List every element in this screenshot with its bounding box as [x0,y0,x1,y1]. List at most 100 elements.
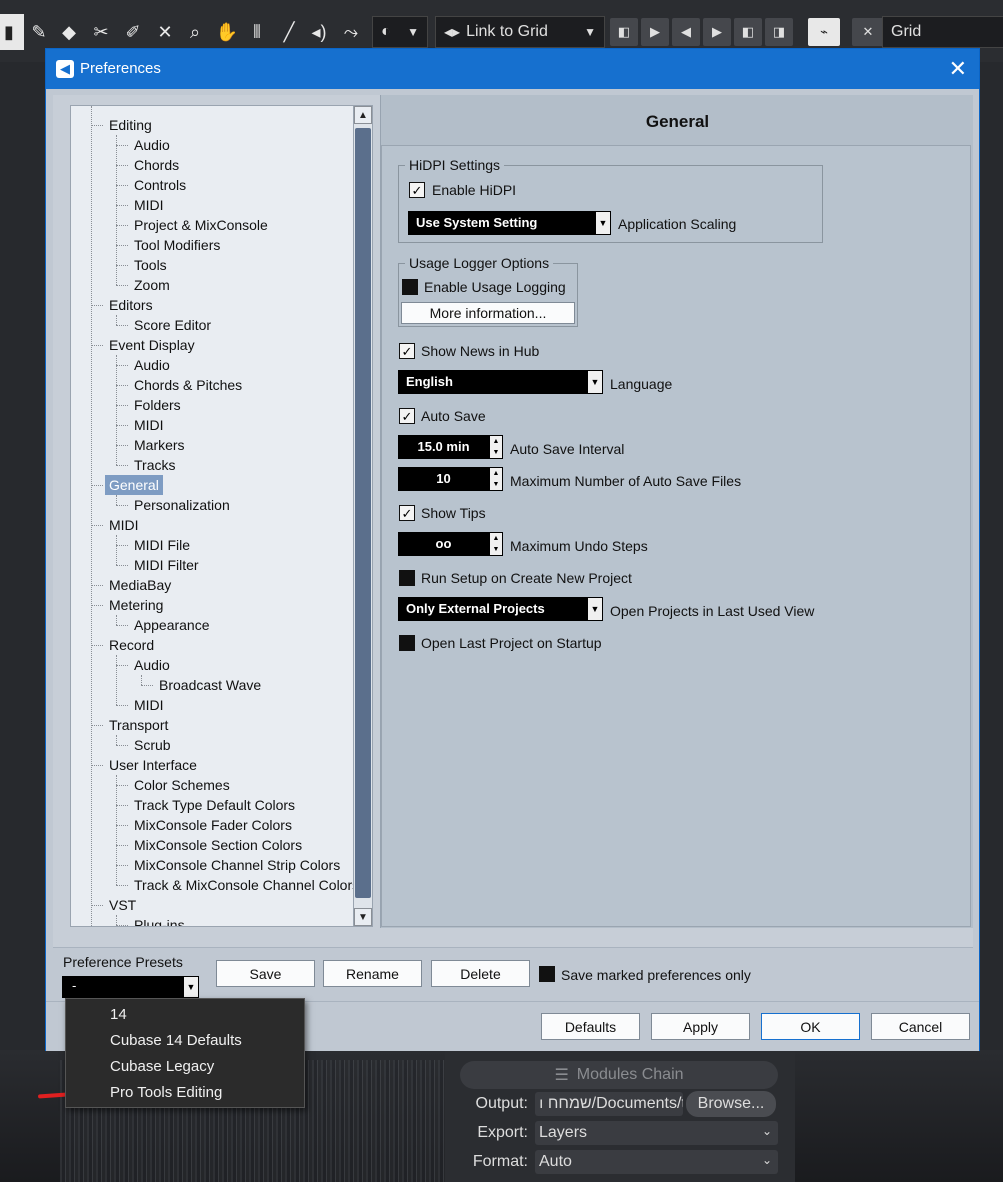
save-marked-only-checkbox[interactable] [539,966,555,982]
line-icon[interactable]: ╱ [274,14,304,50]
tree-item[interactable]: Controls [130,175,190,195]
tree-item[interactable]: Folders [130,395,185,415]
export-dropdown[interactable]: Layers ⌄ [535,1121,778,1145]
object-select-icon[interactable]: ▮ [0,14,24,50]
tree-item[interactable]: MIDI [130,415,168,435]
tree-item[interactable]: Plug-ins [130,915,189,926]
stepper-buttons[interactable]: ▲ ▼ [489,467,503,491]
enable-usage-logging-checkbox[interactable] [402,279,418,295]
nav-prev-icon[interactable]: ◧ [734,18,762,46]
modules-chain-button[interactable]: ☰ Modules Chain [460,1061,778,1089]
tree-item[interactable]: Event Display [105,335,199,355]
run-setup-checkbox[interactable] [399,570,415,586]
stepper-buttons[interactable]: ▲ ▼ [489,532,503,556]
stepper-buttons[interactable]: ▲ ▼ [489,435,503,459]
snap-toggle-icon[interactable]: ⌁ [808,18,840,46]
mute-x-icon[interactable]: ✕ [150,14,180,50]
stepper-up-icon[interactable]: ▲ [490,468,502,479]
tree-item[interactable]: Scrub [130,735,175,755]
language-dropdown[interactable]: English ▼ [398,370,603,394]
preference-presets-dropdown[interactable]: - ▼ [62,976,199,998]
tree-item[interactable]: Editing [105,115,156,135]
auto-save-checkbox[interactable]: ✓ [399,408,415,424]
stepper-down-icon[interactable]: ▼ [490,544,502,555]
tree-item[interactable]: Track & MixConsole Channel Colors [130,875,359,895]
nav-first-icon[interactable]: ◧ [610,18,638,46]
stepper-down-icon[interactable]: ▼ [490,447,502,458]
apply-button[interactable]: Apply [651,1013,750,1040]
preset-option[interactable]: Pro Tools Editing [110,1080,222,1106]
preset-option[interactable]: Cubase 14 Defaults [110,1028,242,1054]
browse-button[interactable]: Browse... [686,1091,776,1117]
close-icon[interactable]: ✕ [949,56,967,82]
tree-item[interactable]: MIDI [105,515,143,535]
pencil-icon[interactable]: ✎ [24,14,54,50]
arrow-left-icon[interactable]: ◀ [672,18,700,46]
auto-save-interval-stepper[interactable]: 15.0 min ▲ ▼ [398,435,503,459]
more-information-button[interactable]: More information... [401,302,575,324]
tree-item[interactable]: Chords [130,155,183,175]
dialog-titlebar[interactable]: ◀ Preferences ✕ [46,49,979,89]
tree-item[interactable]: Metering [105,595,167,615]
tree-item[interactable]: Chords & Pitches [130,375,246,395]
stepper-up-icon[interactable]: ▲ [490,436,502,447]
snap-mode-dropdown[interactable]: ◂▸ Link to Grid ▼ [435,16,605,48]
stepper-up-icon[interactable]: ▲ [490,533,502,544]
hand-icon[interactable]: ✋ [212,14,242,50]
save-preset-button[interactable]: Save [216,960,315,987]
tree-item[interactable]: MixConsole Section Colors [130,835,306,855]
tree-item[interactable]: Tool Modifiers [130,235,224,255]
enable-hidpi-checkbox[interactable]: ✓ [409,182,425,198]
glue-icon[interactable]: ✐ [118,14,148,50]
tree-item[interactable]: Personalization [130,495,234,515]
application-scaling-dropdown[interactable]: Use System Setting ▼ [408,211,611,235]
eraser-icon[interactable]: ◆ [54,14,84,50]
rename-preset-button[interactable]: Rename [323,960,422,987]
tree-item[interactable]: MixConsole Fader Colors [130,815,296,835]
max-undo-steps-stepper[interactable]: oo ▲ ▼ [398,532,503,556]
format-dropdown[interactable]: Auto ⌄ [535,1150,778,1174]
tree-item[interactable]: MIDI [130,695,168,715]
acoustic-feedback-dropdown[interactable]: ◐ ▼ [372,16,428,48]
tree-item[interactable]: Score Editor [130,315,215,335]
tree-scrollbar[interactable]: ▲ ▼ [353,105,373,927]
scissors-icon[interactable]: ✂ [86,14,116,50]
tree-item[interactable]: Color Schemes [130,775,234,795]
grid-type-dropdown[interactable]: Grid [882,16,1003,48]
scroll-up-icon[interactable]: ▲ [354,106,372,124]
tree-item[interactable]: MIDI File [130,535,194,555]
tree-item[interactable]: Tracks [130,455,179,475]
tree-item[interactable]: General [105,475,163,495]
tree-item[interactable]: MixConsole Channel Strip Colors [130,855,344,875]
tree-item[interactable]: Editors [105,295,157,315]
delete-preset-button[interactable]: Delete [431,960,530,987]
tree-item[interactable]: Appearance [130,615,214,635]
preset-option[interactable]: Cubase Legacy [110,1054,214,1080]
warp-icon[interactable]: ⤳ [336,14,366,50]
tree-item[interactable]: Audio [130,135,174,155]
stepper-down-icon[interactable]: ▼ [490,479,502,490]
tree-item[interactable]: Project & MixConsole [130,215,272,235]
output-path-field[interactable]: ı שמחח/Documents/t [535,1092,683,1116]
open-last-project-checkbox[interactable] [399,635,415,651]
tree-item[interactable]: Audio [130,355,174,375]
cancel-button[interactable]: Cancel [871,1013,970,1040]
scrollbar-thumb[interactable] [355,128,371,898]
preferences-tree[interactable]: Editing Audio Chords Controls MIDI Project & … [70,105,360,927]
show-news-checkbox[interactable]: ✓ [399,343,415,359]
tree-item[interactable]: Markers [130,435,189,455]
max-auto-save-files-stepper[interactable]: 10 ▲ ▼ [398,467,503,491]
speaker-icon[interactable]: ◂) [304,14,334,50]
tree-item[interactable]: Broadcast Wave [155,675,265,695]
grid-type-icon[interactable]: ✕ [852,18,884,46]
tree-item[interactable]: Track Type Default Colors [130,795,299,815]
nav-play-icon[interactable]: ▶ [641,18,669,46]
ok-button[interactable]: OK [761,1013,860,1040]
open-projects-dropdown[interactable]: Only External Projects ▼ [398,597,603,621]
tree-item[interactable]: VST [105,895,140,915]
arrow-right-icon[interactable]: ▶ [703,18,731,46]
comp-icon[interactable]: ⦀ [242,14,272,50]
tree-item[interactable]: Transport [105,715,172,735]
tree-item[interactable]: Record [105,635,158,655]
zoom-icon[interactable]: ⌕ [180,14,210,50]
